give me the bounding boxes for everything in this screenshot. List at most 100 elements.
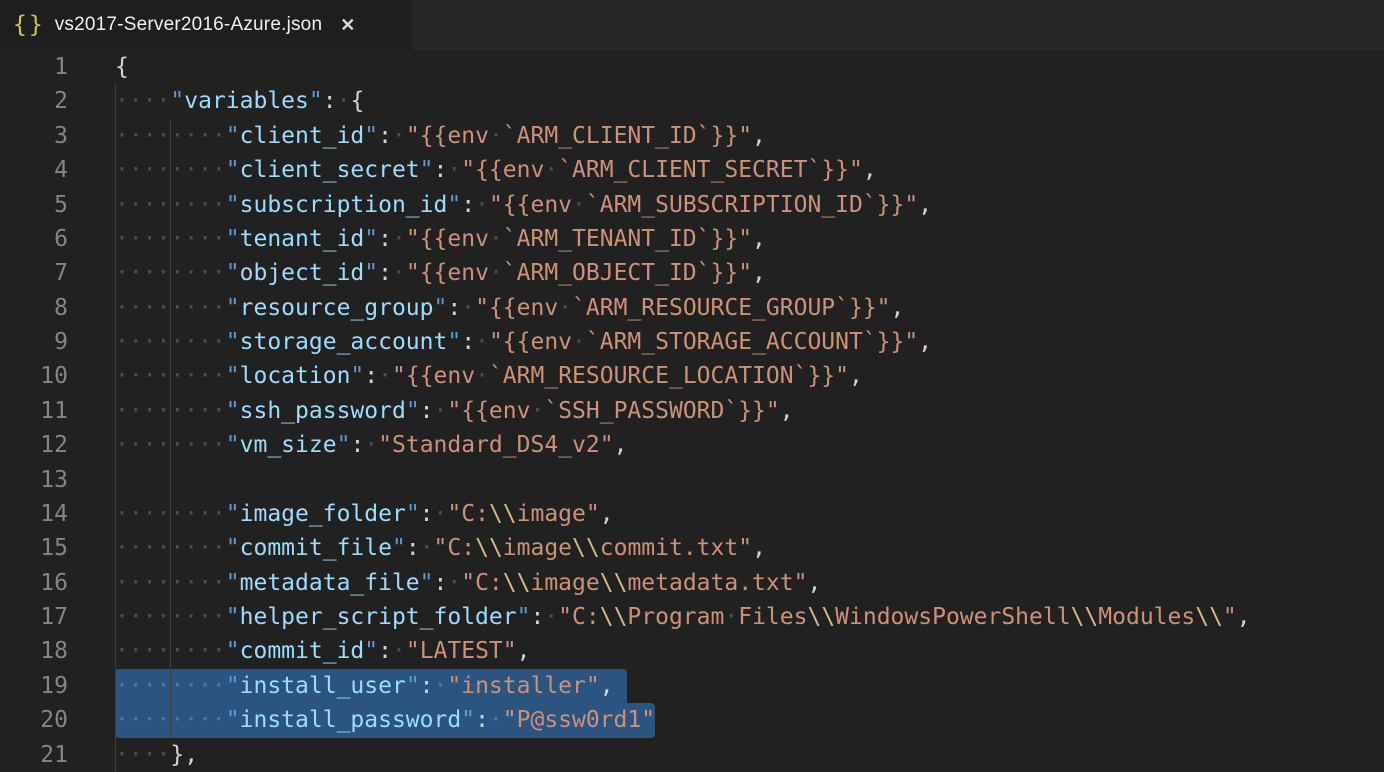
line-number[interactable]: 2	[0, 84, 68, 118]
code-content[interactable]: ········"client_secret":·"{{env·`ARM_CLI…	[115, 153, 1384, 187]
editor[interactable]: 1{2····"variables":·{3········"client_id…	[0, 50, 1384, 772]
token-ws: ····	[115, 742, 170, 768]
code-content[interactable]: ········"resource_group":·"{{env·`ARM_RE…	[115, 291, 1384, 325]
code-text: ····"variables":·{	[115, 88, 364, 114]
token-str: "C:	[558, 604, 600, 630]
indent-guide	[170, 463, 171, 497]
code-content[interactable]	[115, 463, 1384, 497]
code-line[interactable]: 20 ········"install_password":·"P@ssw0rd1…	[0, 703, 1384, 737]
code-content[interactable]: ········"vm_size":·"Standard_DS4_v2",	[115, 428, 1384, 462]
line-number[interactable]: 20	[0, 703, 68, 737]
token-ws: ·	[475, 329, 489, 355]
token-kq: "	[226, 226, 240, 252]
code-content[interactable]: ········"tenant_id":·"{{env·`ARM_TENANT_…	[115, 222, 1384, 256]
token-ws: ·	[544, 604, 558, 630]
code-content[interactable]: ········"install_password":·"P@ssw0rd1"	[115, 703, 1384, 737]
code-line[interactable]: 4········"client_secret":·"{{env·`ARM_CL…	[0, 153, 1384, 187]
token-key: resource_group	[240, 295, 434, 321]
line-number[interactable]: 3	[0, 119, 68, 153]
line-number[interactable]: 1	[0, 50, 68, 84]
line-number[interactable]: 11	[0, 394, 68, 428]
line-number[interactable]: 14	[0, 497, 68, 531]
code-content[interactable]: ········"storage_account":·"{{env·`ARM_S…	[115, 325, 1384, 359]
code-content[interactable]: ········"helper_script_folder":·"C:\\Pro…	[115, 600, 1384, 634]
token-ws: ·	[392, 638, 406, 664]
line-number[interactable]: 16	[0, 566, 68, 600]
code-line[interactable]: 13	[0, 463, 1384, 497]
code-content[interactable]: ········"commit_id":·"LATEST",	[115, 634, 1384, 668]
token-key: tenant_id	[240, 226, 365, 252]
line-number[interactable]: 4	[0, 153, 68, 187]
code-line[interactable]: 15 ········"commit_file":·"C:\\image\\com…	[0, 531, 1384, 565]
code-line[interactable]: 16 ········"metadata_file":·"C:\\image\\m…	[0, 566, 1384, 600]
code-content[interactable]: ········"image_folder":·"C:\\image",	[115, 497, 1384, 531]
token-str: `ARM_CLIENT_SECRET`}}"	[558, 157, 863, 183]
line-number[interactable]: 9	[0, 325, 68, 359]
code-line[interactable]: 17 ········"helper_script_folder":·"C:\\P…	[0, 600, 1384, 634]
token-pun: ,	[517, 638, 531, 664]
code-line[interactable]: 19 ········"install_user":·"installer",	[0, 669, 1384, 703]
token-esc: \\	[475, 535, 503, 561]
token-kq: "	[420, 570, 434, 596]
code-content[interactable]: {	[115, 50, 1384, 84]
line-number[interactable]: 6	[0, 222, 68, 256]
token-key: variables	[184, 88, 309, 114]
code-line[interactable]: 21 ····},	[0, 738, 1384, 772]
line-number[interactable]: 10	[0, 359, 68, 393]
code-content[interactable]: ········"object_id":·"{{env·`ARM_OBJECT_…	[115, 256, 1384, 290]
line-number[interactable]: 21	[0, 738, 68, 772]
line-number[interactable]: 12	[0, 428, 68, 462]
code-content[interactable]: ········"location":·"{{env·`ARM_RESOURCE…	[115, 359, 1384, 393]
code-line[interactable]: 10 ········"location":·"{{env·`ARM_RESOUR…	[0, 359, 1384, 393]
token-ws: ·	[544, 157, 558, 183]
code-content[interactable]: ········"commit_file":·"C:\\image\\commi…	[115, 531, 1384, 565]
token-kq: "	[226, 123, 240, 149]
token-key: helper_script_folder	[240, 604, 517, 630]
token-ws: ·	[489, 226, 503, 252]
token-pun: :	[323, 88, 337, 114]
code-line[interactable]: 9 ········"storage_account":·"{{env·`ARM_…	[0, 325, 1384, 359]
token-pun: ,	[918, 192, 932, 218]
code-content[interactable]: ········"metadata_file":·"C:\\image\\met…	[115, 566, 1384, 600]
code-line[interactable]: 18 ········"commit_id":·"LATEST",	[0, 634, 1384, 668]
line-number[interactable]: 15	[0, 531, 68, 565]
code-content[interactable]: ····"variables":·{	[115, 84, 1384, 118]
token-kq: "	[226, 570, 240, 596]
token-kq: "	[226, 398, 240, 424]
code-line[interactable]: 5 ········"subscription_id":·"{{env·`ARM_…	[0, 188, 1384, 222]
code-line[interactable]: 12 ········"vm_size":·"Standard_DS4_v2",	[0, 428, 1384, 462]
token-pun: :	[530, 604, 544, 630]
tab-active[interactable]: {} vs2017-Server2016-Azure.json ✕	[0, 0, 412, 50]
token-pun: :	[475, 707, 489, 733]
code-line[interactable]: 1{	[0, 50, 1384, 84]
line-number[interactable]: 13	[0, 463, 68, 497]
code-text: ········"object_id":·"{{env·`ARM_OBJECT_…	[115, 260, 766, 286]
code-content[interactable]: ········"client_id":·"{{env·`ARM_CLIENT_…	[115, 119, 1384, 153]
token-key: install_user	[240, 673, 406, 699]
token-kq: "	[364, 260, 378, 286]
code-line[interactable]: 6········"tenant_id":·"{{env·`ARM_TENANT…	[0, 222, 1384, 256]
code-text: ········"client_secret":·"{{env·`ARM_CLI…	[115, 157, 877, 183]
code-line[interactable]: 7 ········"object_id":·"{{env·`ARM_OBJECT…	[0, 256, 1384, 290]
code-content[interactable]: ········"install_user":·"installer",	[115, 669, 1384, 703]
token-ws: ·	[434, 673, 448, 699]
token-ws: ·	[489, 123, 503, 149]
line-number[interactable]: 18	[0, 634, 68, 668]
line-number[interactable]: 19	[0, 669, 68, 703]
code-line[interactable]: 14 ········"image_folder":·"C:\\image",	[0, 497, 1384, 531]
token-kq: "	[226, 157, 240, 183]
line-number[interactable]: 8	[0, 291, 68, 325]
line-number[interactable]: 17	[0, 600, 68, 634]
code-line[interactable]: 11 ········"ssh_password":·"{{env·`SSH_PA…	[0, 394, 1384, 428]
code-line[interactable]: 3········"client_id":·"{{env·`ARM_CLIENT…	[0, 119, 1384, 153]
line-number[interactable]: 7	[0, 256, 68, 290]
line-number[interactable]: 5	[0, 188, 68, 222]
code-content[interactable]: ········"ssh_password":·"{{env·`SSH_PASS…	[115, 394, 1384, 428]
token-pun: ,	[780, 398, 794, 424]
token-ws: ·	[392, 226, 406, 252]
code-content[interactable]: ········"subscription_id":·"{{env·`ARM_S…	[115, 188, 1384, 222]
tab-close-icon[interactable]: ✕	[340, 16, 355, 34]
code-line[interactable]: 8 ········"resource_group":·"{{env·`ARM_R…	[0, 291, 1384, 325]
code-line[interactable]: 2 ····"variables":·{	[0, 84, 1384, 118]
code-content[interactable]: ····},	[115, 738, 1384, 772]
